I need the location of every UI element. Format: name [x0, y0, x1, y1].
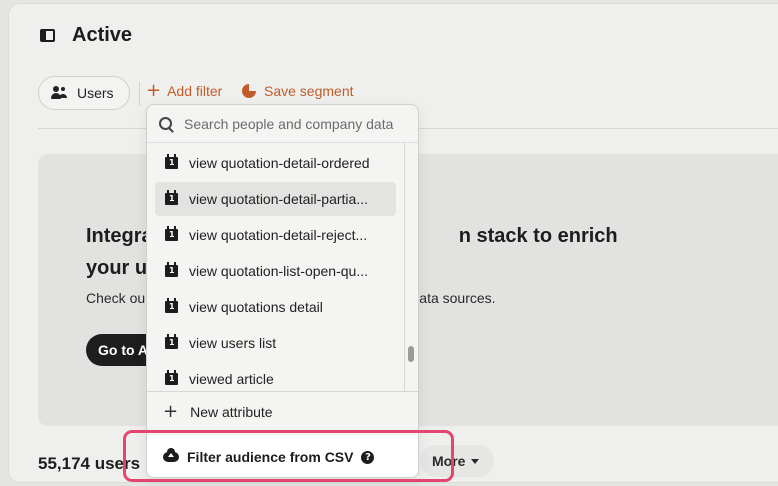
save-segment-button[interactable]: Save segment	[242, 83, 354, 99]
list-item[interactable]: view quotations detail	[155, 290, 396, 324]
scrollbar-thumb[interactable]	[408, 346, 414, 362]
calendar-icon	[165, 154, 178, 169]
caret-down-icon	[471, 458, 480, 464]
search-icon	[159, 117, 172, 130]
calendar-icon	[165, 370, 178, 385]
toolbar-divider	[139, 82, 140, 106]
card-title-line1-left: Integra	[86, 225, 153, 247]
plus-icon: +	[163, 401, 179, 422]
users-chip[interactable]: Users	[38, 76, 130, 110]
calendar-icon	[165, 298, 178, 313]
more-button[interactable]: More	[420, 445, 494, 477]
add-filter-label: Add filter	[167, 83, 223, 99]
save-segment-label: Save segment	[264, 83, 354, 99]
page-title: Active	[72, 24, 133, 46]
attribute-list: view quotation-detail-ordered view quota…	[147, 143, 405, 391]
filter-from-csv-label: Filter audience from CSV	[187, 449, 354, 465]
calendar-icon	[165, 334, 178, 349]
filter-dropdown: view quotation-detail-ordered view quota…	[146, 104, 419, 478]
calendar-icon	[165, 226, 178, 241]
list-item[interactable]: view quotation-detail-reject...	[155, 218, 396, 252]
sidebar-toggle-icon[interactable]	[40, 29, 55, 42]
users-chip-label: Users	[77, 85, 114, 101]
users-icon	[51, 86, 69, 100]
scrollbar-track[interactable]	[404, 143, 405, 391]
cloud-upload-icon	[163, 448, 179, 462]
card-title-line1-right: n stack to enrich	[458, 225, 618, 247]
dropdown-divider	[147, 391, 418, 392]
card-title-line2-left: your u	[86, 257, 148, 279]
calendar-icon	[165, 262, 178, 277]
list-item[interactable]: view quotation-detail-partia...	[155, 182, 396, 216]
more-label: More	[432, 453, 466, 469]
help-icon[interactable]: ?	[361, 450, 375, 464]
new-attribute-button[interactable]: + New attribute	[163, 403, 273, 421]
calendar-icon	[165, 190, 178, 205]
list-item[interactable]: view quotation-detail-ordered	[155, 146, 396, 180]
add-filter-button[interactable]: + Add filter	[146, 82, 222, 100]
users-count: 55,174 users	[38, 454, 141, 473]
dropdown-search	[147, 105, 418, 143]
card-text-left: Check ou	[86, 290, 146, 306]
search-input[interactable]	[184, 115, 409, 132]
new-attribute-label: New attribute	[190, 404, 273, 420]
plus-icon: +	[146, 80, 162, 101]
list-item[interactable]: view users list	[155, 326, 396, 360]
list-item[interactable]: view quotation-list-open-qu...	[155, 254, 396, 288]
filter-from-csv-button[interactable]: Filter audience from CSV ?	[147, 435, 418, 477]
pie-chart-icon	[242, 84, 256, 98]
